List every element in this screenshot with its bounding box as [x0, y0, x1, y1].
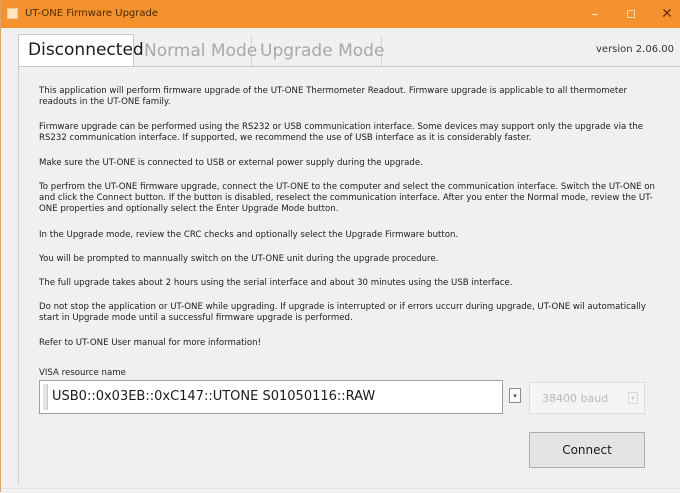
chevron-down-icon: ▾ [628, 392, 638, 404]
baud-rate-select[interactable]: 38400 baud ▾ [529, 382, 645, 414]
visa-resource-label: VISA resource name [39, 368, 126, 378]
title-bar[interactable]: UT-ONE Firmware Upgrade – ✕ [1, 0, 680, 28]
maximize-button[interactable] [613, 0, 649, 28]
window-bottom-edge [1, 488, 680, 493]
tab-upgrade-mode[interactable]: Upgrade Mode [252, 36, 384, 66]
connect-button[interactable]: Connect [529, 432, 645, 468]
maximize-icon [627, 10, 635, 18]
info-paragraph: Firmware upgrade can be performed using … [39, 122, 644, 143]
visa-resource-input[interactable] [52, 381, 492, 413]
close-icon: ✕ [661, 6, 673, 22]
chevron-down-icon: ▾ [513, 391, 517, 400]
close-button[interactable]: ✕ [649, 0, 680, 28]
app-icon [7, 8, 18, 19]
field-grip [43, 384, 48, 410]
info-paragraph: Refer to UT-ONE User manual for more inf… [39, 338, 262, 348]
info-paragraph: Make sure the UT-ONE is connected to USB… [39, 158, 423, 168]
visa-dropdown-button[interactable]: ▾ [509, 388, 521, 403]
tab-normal-mode[interactable]: Normal Mode [136, 36, 257, 66]
visa-resource-combobox[interactable] [39, 380, 503, 414]
version-label: version 2.06.00 [596, 44, 674, 55]
tab-disconnected[interactable]: Disconnected [18, 34, 144, 67]
minimize-icon: – [591, 6, 599, 22]
window-title: UT-ONE Firmware Upgrade [25, 8, 159, 19]
info-paragraph: This application will perform firmware u… [39, 86, 628, 107]
baud-rate-value: 38400 baud [542, 392, 609, 405]
info-paragraph: The full upgrade takes about 2 hours usi… [39, 278, 513, 288]
info-paragraph: You will be prompted to mannually switch… [39, 254, 439, 264]
info-paragraph: In the Upgrade mode, review the CRC chec… [39, 230, 459, 240]
info-paragraph: Do not stop the application or UT-ONE wh… [39, 302, 646, 323]
info-paragraph: To perfrom the UT-ONE firmware upgrade, … [39, 182, 655, 214]
minimize-button[interactable]: – [577, 0, 613, 28]
app-window: UT-ONE Firmware Upgrade – ✕ Disconnected… [0, 0, 680, 493]
